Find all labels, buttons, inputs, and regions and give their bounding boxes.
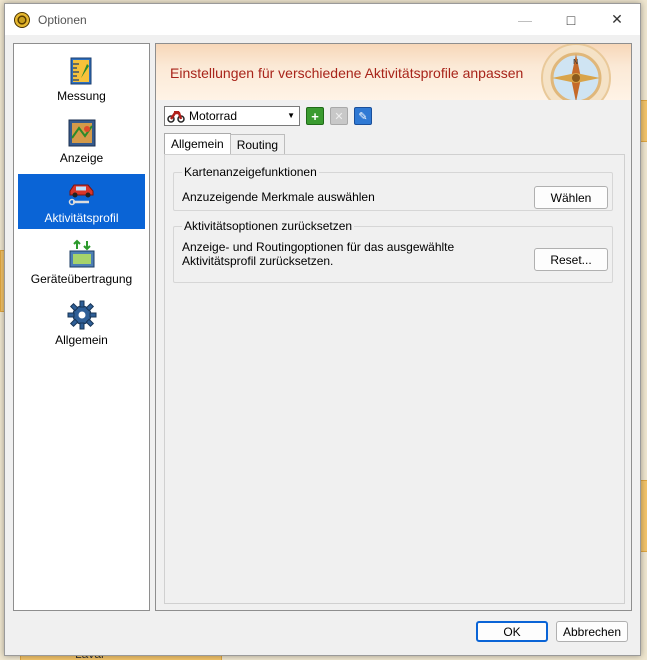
tab-allgemein[interactable]: Allgemein (164, 133, 231, 154)
ruler-icon (70, 57, 91, 85)
sidebar-item-label: Geräteübertragung (30, 272, 133, 286)
profile-dropdown-value: Motorrad (189, 109, 238, 123)
sidebar-item-label: Anzeige (59, 151, 104, 165)
sidebar-item-aktivitaetsprofil[interactable]: Aktivitätsprofil (18, 174, 145, 229)
motorcycle-icon (167, 111, 185, 123)
sidebar-item-allgemein[interactable]: Allgemein (18, 296, 145, 351)
reset-options-group: Aktivitätsoptionen zurücksetzen Anzeige-… (173, 219, 613, 283)
svg-text:N: N (573, 58, 578, 66)
sidebar-item-label: Aktivitätsprofil (44, 211, 119, 225)
ok-button[interactable]: OK (476, 621, 548, 642)
window-title: Optionen (38, 12, 87, 27)
delete-icon: ✕ (334, 110, 344, 123)
sidebar-item-anzeige[interactable]: Anzeige (18, 114, 145, 169)
group-title: Aktivitätsoptionen zurücksetzen (182, 219, 355, 233)
sidebar-item-label: Messung (57, 89, 106, 103)
reset-button[interactable]: Reset... (534, 248, 608, 271)
compass-icon: N (541, 44, 611, 100)
tab-routing[interactable]: Routing (229, 134, 286, 154)
map-features-group: Kartenanzeigefunktionen Anzuzeigende Mer… (173, 165, 613, 211)
cancel-button[interactable]: Abbrechen (556, 621, 628, 642)
tab-panel-allgemein: Kartenanzeigefunktionen Anzuzeigende Mer… (164, 154, 625, 604)
minimize-button[interactable]: — (502, 4, 548, 35)
profile-toolbar: Motorrad ▼ + ✕ ✎ (164, 106, 372, 126)
delete-profile-button[interactable]: ✕ (330, 107, 348, 125)
sidebar-item-messung[interactable]: Messung (18, 52, 145, 107)
chevron-down-icon: ▼ (287, 111, 295, 120)
group-description-line2: Aktivitätsprofil zurücksetzen. (182, 254, 334, 268)
title-bar: Optionen — □ ✕ (5, 4, 640, 35)
group-description-line1: Anzeige- und Routingoptionen für das aus… (182, 240, 455, 254)
edit-profile-button[interactable]: ✎ (354, 107, 372, 125)
content-panel: Einstellungen für verschiedene Aktivität… (155, 43, 632, 611)
select-features-button[interactable]: Wählen (534, 186, 608, 209)
add-profile-button[interactable]: + (306, 107, 324, 125)
profile-dropdown[interactable]: Motorrad ▼ (164, 106, 300, 126)
close-button[interactable]: ✕ (594, 4, 640, 35)
header-banner: Einstellungen für verschiedene Aktivität… (156, 44, 631, 100)
options-dialog: Optionen — □ ✕ Messung Anzeige Aktivität… (4, 3, 641, 656)
car-wrench-icon (68, 184, 93, 206)
sidebar-item-label: Allgemein (55, 333, 108, 347)
group-title: Kartenanzeigefunktionen (182, 165, 319, 179)
page-title: Einstellungen für verschiedene Aktivität… (170, 65, 524, 81)
map-display-icon (68, 119, 95, 147)
maximize-button[interactable]: □ (548, 4, 594, 35)
options-sidebar: Messung Anzeige Aktivitätsprofil Geräteü… (13, 43, 150, 611)
plus-icon: + (311, 108, 319, 124)
sidebar-item-geraeteuebertragung[interactable]: Geräteübertragung (18, 235, 145, 290)
gear-icon (67, 300, 96, 330)
tab-strip: Allgemein Routing (164, 133, 286, 154)
group-description: Anzuzeigende Merkmale auswählen (182, 190, 375, 204)
pencil-icon: ✎ (358, 110, 368, 123)
app-logo-icon (14, 11, 30, 28)
device-transfer-icon (69, 239, 94, 268)
